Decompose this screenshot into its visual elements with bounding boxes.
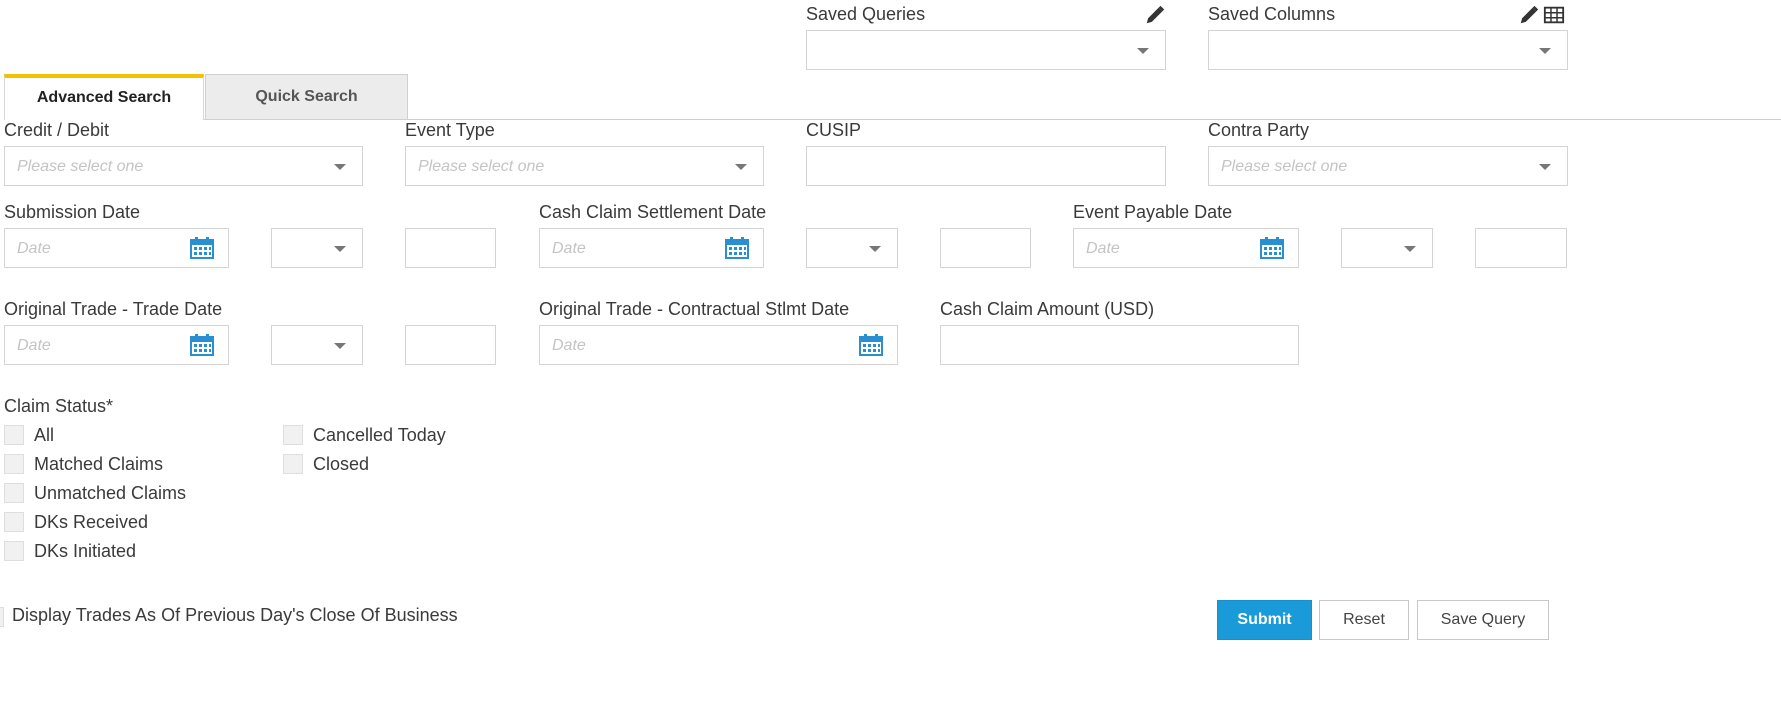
save-query-button[interactable]: Save Query <box>1417 600 1549 640</box>
event-type-label: Event Type <box>405 120 495 140</box>
table-columns-icon[interactable] <box>1543 4 1565 26</box>
submission-date-operator-select[interactable] <box>271 228 363 268</box>
checkbox-cancelled-today[interactable] <box>283 425 303 445</box>
checkbox-dks-received[interactable] <box>4 512 24 532</box>
saved-columns-select[interactable] <box>1208 30 1568 70</box>
checkbox-closed[interactable] <box>283 454 303 474</box>
cash-claim-amount-label: Cash Claim Amount (USD) <box>940 299 1155 319</box>
contra-party-select[interactable]: Please select one <box>1208 146 1568 186</box>
calendar-icon[interactable] <box>859 334 883 356</box>
checkbox-label: Unmatched Claims <box>34 483 187 503</box>
pencil-icon[interactable] <box>1518 4 1540 26</box>
calendar-icon[interactable] <box>190 334 214 356</box>
cash-claim-settlement-days-input[interactable] <box>940 228 1031 268</box>
submission-date-days-input[interactable] <box>405 228 496 268</box>
submission-date-input[interactable]: Date <box>4 228 229 268</box>
checkbox-previous-day[interactable] <box>0 607 4 627</box>
checkbox-label: Closed <box>313 454 370 474</box>
checkbox-label: All <box>34 425 55 445</box>
cusip-input[interactable] <box>806 146 1166 186</box>
checkbox-label: Matched Claims <box>34 454 164 474</box>
original-contractual-date-input[interactable]: Date <box>539 325 898 365</box>
credit-debit-label: Credit / Debit <box>4 120 110 140</box>
checkbox-label: Cancelled Today <box>313 425 446 445</box>
cash-claim-amount-input[interactable] <box>940 325 1299 365</box>
calendar-icon[interactable] <box>190 237 214 259</box>
cash-claim-settlement-date-input[interactable]: Date <box>539 228 764 268</box>
original-trade-date-input[interactable]: Date <box>4 325 229 365</box>
checkbox-dks-initiated[interactable] <box>4 541 24 561</box>
calendar-icon[interactable] <box>1260 237 1284 259</box>
submission-date-label: Submission Date <box>4 202 141 222</box>
event-type-select[interactable]: Please select one <box>405 146 764 186</box>
event-payable-date-input[interactable]: Date <box>1073 228 1299 268</box>
event-payable-date-label: Event Payable Date <box>1073 202 1233 222</box>
checkbox-label: DKs Initiated <box>34 541 137 561</box>
tab-quick-search[interactable]: Quick Search <box>205 74 408 120</box>
cusip-label: CUSIP <box>806 120 862 140</box>
checkbox-all[interactable] <box>4 425 24 445</box>
previous-day-label: Display Trades As Of Previous Day's Clos… <box>12 605 458 625</box>
original-trade-date-days-input[interactable] <box>405 325 496 365</box>
credit-debit-select[interactable]: Please select one <box>4 146 363 186</box>
claim-status-label: Claim Status* <box>4 396 114 416</box>
calendar-icon[interactable] <box>725 237 749 259</box>
tab-advanced-search[interactable]: Advanced Search <box>4 74 204 120</box>
original-contractual-date-label: Original Trade - Contractual Stlmt Date <box>539 299 850 319</box>
cash-claim-settlement-operator-select[interactable] <box>806 228 898 268</box>
pencil-icon[interactable] <box>1144 4 1166 26</box>
saved-queries-select[interactable] <box>806 30 1166 70</box>
checkbox-unmatched-claims[interactable] <box>4 483 24 503</box>
event-payable-operator-select[interactable] <box>1341 228 1433 268</box>
checkbox-matched-claims[interactable] <box>4 454 24 474</box>
checkbox-label: DKs Received <box>34 512 149 532</box>
cash-claim-settlement-date-label: Cash Claim Settlement Date <box>539 202 767 222</box>
original-trade-date-operator-select[interactable] <box>271 325 363 365</box>
submit-button[interactable]: Submit <box>1217 600 1312 640</box>
saved-queries-label: Saved Queries <box>806 4 926 24</box>
reset-button[interactable]: Reset <box>1319 600 1409 640</box>
event-payable-days-input[interactable] <box>1475 228 1567 268</box>
saved-columns-label: Saved Columns <box>1208 4 1336 24</box>
contra-party-label: Contra Party <box>1208 120 1310 140</box>
original-trade-date-label: Original Trade - Trade Date <box>4 299 223 319</box>
search-tabs: Advanced Search Quick Search <box>4 74 1781 120</box>
